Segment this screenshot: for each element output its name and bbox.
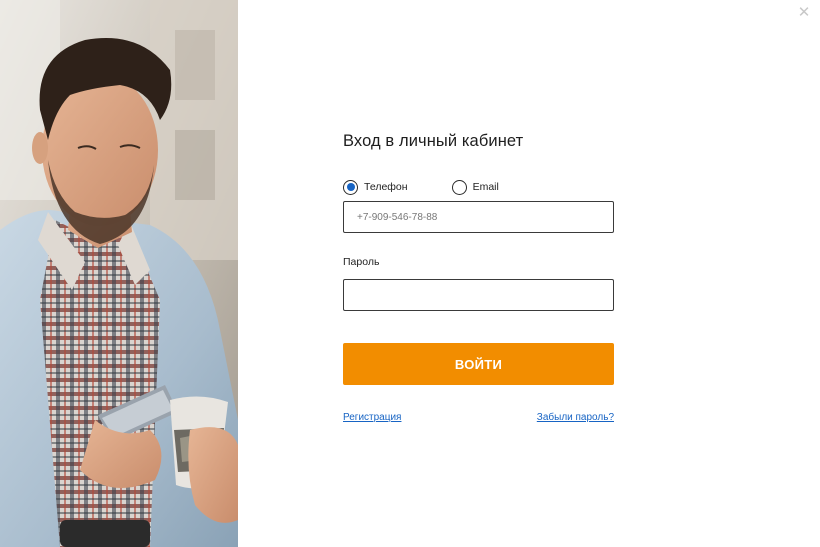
password-label: Пароль — [343, 256, 380, 268]
register-link[interactable]: Регистрация — [343, 412, 401, 423]
radio-email-label: Email — [472, 181, 499, 193]
form-links: Регистрация Забыли пароль? — [343, 412, 614, 423]
radio-checked-icon[interactable] — [343, 179, 358, 195]
login-form: Вход в личный кабинет Телефон Email Паро… — [343, 130, 614, 423]
login-modal: ✕ Вход в личный кабинет Телефон Email Па… — [238, 0, 820, 547]
login-button[interactable]: ВОЙТИ — [343, 343, 614, 385]
password-input[interactable] — [343, 279, 614, 311]
page-title: Вход в личный кабинет — [343, 132, 524, 150]
radio-phone-label: Телефон — [364, 181, 408, 193]
promo-photo — [0, 0, 238, 547]
close-icon[interactable]: ✕ — [796, 5, 812, 21]
radio-unchecked-icon[interactable] — [451, 179, 467, 195]
forgot-password-link[interactable]: Забыли пароль? — [537, 412, 614, 423]
radio-phone[interactable]: Телефон — [343, 179, 408, 195]
radio-email[interactable]: Email — [451, 179, 499, 195]
login-type-group: Телефон Email — [343, 178, 614, 196]
phone-input[interactable] — [343, 201, 614, 233]
